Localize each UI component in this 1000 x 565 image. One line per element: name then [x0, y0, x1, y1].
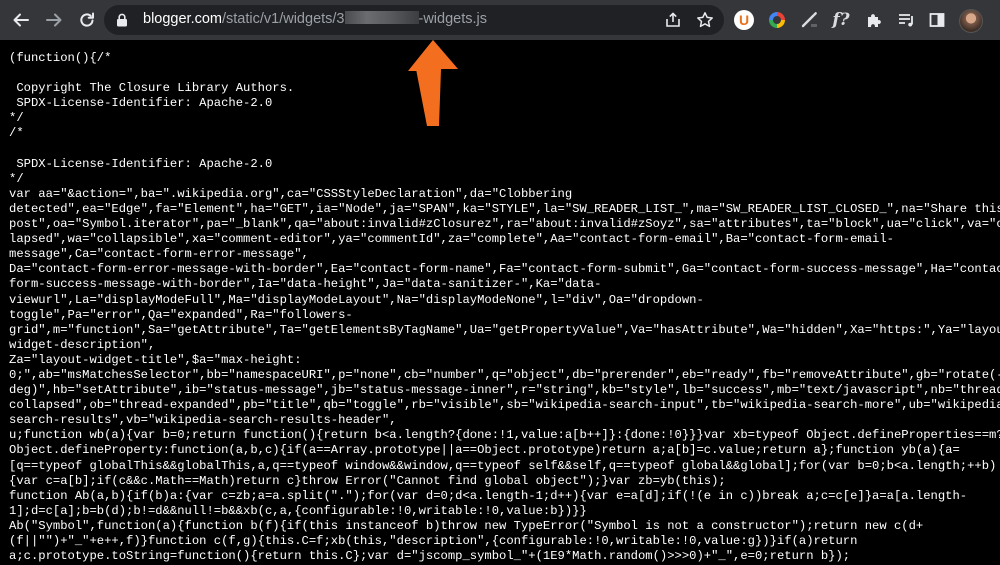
code-line: grid",m="function",Sa="getAttribute",Ta=…: [9, 322, 1000, 337]
code-line: Da="contact-form-error-message-with-bord…: [9, 262, 1000, 277]
side-panel-button[interactable]: [926, 9, 948, 31]
code-line: [q==typeof globalThis&&globalThis,a,q==t…: [9, 458, 997, 473]
side-panel-icon: [929, 13, 945, 27]
code-line: toggle",Pa="error",Qa="expanded",Ra="fol…: [9, 307, 353, 322]
extension-u-button[interactable]: U: [734, 10, 754, 30]
page-content: (function(){/* Copyright The Closure Lib…: [0, 40, 1000, 565]
code-line: SPDX-License-Identifier: Apache-2.0: [9, 156, 273, 171]
arrow-left-icon: [13, 13, 29, 27]
reload-button[interactable]: [73, 6, 101, 34]
star-icon[interactable]: [696, 11, 714, 29]
share-icon[interactable]: [664, 11, 682, 29]
forward-button[interactable]: [40, 6, 68, 34]
code-line: SPDX-License-Identifier: Apache-2.0: [9, 96, 273, 111]
url-path-prefix: /static/v1/widgets/3: [222, 11, 345, 27]
code-line: form-success-message-with-border",Ia="da…: [9, 277, 602, 292]
code-line: Za="layout-widget-title",$a="max-height:: [9, 352, 302, 367]
code-line: collapsed",ob="thread-expanded",pb="titl…: [9, 398, 1000, 413]
pen-extension-button[interactable]: [798, 9, 820, 31]
redaction-blur: [344, 11, 419, 24]
code-line: post",oa="Symbol.iterator",pa="_blank",q…: [9, 217, 1000, 232]
code-line: a;c.prototype.toString=function(){return…: [9, 549, 851, 564]
puzzle-icon: [868, 14, 881, 27]
arrow-right-icon: [46, 13, 62, 27]
code-line: (f||"")+"_"+e++,f)}function c(f,g){this.…: [9, 534, 858, 548]
code-line: Copyright The Closure Library Authors.: [9, 81, 295, 96]
reading-list-icon: [899, 14, 913, 27]
code-line: */: [9, 111, 24, 126]
code-line: 0;",ab="msMatchesSelector",bb="namespace…: [9, 367, 1000, 382]
url-text[interactable]: blogger.com/static/v1/widgets/3 -widgets.…: [143, 11, 487, 27]
code-line: var aa="&action=",ba=".wikipedia.org",ca…: [9, 186, 573, 201]
code-line: function Ab(a,b){if(b)a:{var c=zb;a=a.sp…: [9, 488, 968, 503]
address-bar[interactable]: blogger.com/static/v1/widgets/3 -widgets.…: [104, 5, 724, 35]
extensions-button[interactable]: [863, 9, 885, 31]
code-line: detected",ea="Edge",fa="Element",ha="GET…: [9, 201, 1000, 216]
code-line: {var c=a[b];if(c&&c.Math==Math)return c}…: [9, 473, 726, 488]
javascript-source-code: (function(){/* Copyright The Closure Lib…: [9, 51, 1000, 564]
code-line: viewurl",La="displayModeFull",Ma="displa…: [9, 292, 704, 307]
color-extension-icon[interactable]: [769, 12, 785, 28]
code-line: u;function wb(a){var b=0;return function…: [9, 428, 1000, 443]
pen-icon: [801, 12, 817, 28]
browser-toolbar: blogger.com/static/v1/widgets/3 -widgets.…: [0, 0, 1000, 40]
code-line: widget-description",: [9, 337, 156, 352]
code-line: Ab("Symbol",function(a){function b(f){if…: [9, 518, 924, 533]
code-line: Object.defineProperty:function(a,b,c){if…: [9, 443, 960, 458]
code-line: /*: [9, 126, 24, 141]
code-line: lapsed",wa="collapsible",xa="comment-edi…: [9, 232, 894, 247]
back-button[interactable]: [7, 6, 35, 34]
profile-avatar[interactable]: [959, 9, 983, 33]
reload-icon: [80, 12, 94, 27]
lock-icon: [117, 13, 127, 27]
code-line: 1];d=c[a];b=b(d);b!=d&&null!=b&&xb(c,a,{…: [9, 503, 587, 518]
annotation-arrow: [408, 40, 458, 126]
extension-f-button[interactable]: f?: [830, 9, 852, 31]
code-line: search-results",vb="wikipedia-search-res…: [9, 413, 397, 428]
url-path-suffix: -widgets.js: [418, 11, 488, 27]
code-line: (function(){/*: [9, 51, 112, 65]
reading-list-button[interactable]: [895, 9, 917, 31]
code-line: */: [9, 171, 24, 186]
url-host: blogger.com: [143, 11, 222, 27]
code-line: message",Ca="contact-form-error-message"…: [9, 247, 309, 262]
code-line: deg)",hb="setAttribute",ib="status-messa…: [9, 383, 1000, 398]
